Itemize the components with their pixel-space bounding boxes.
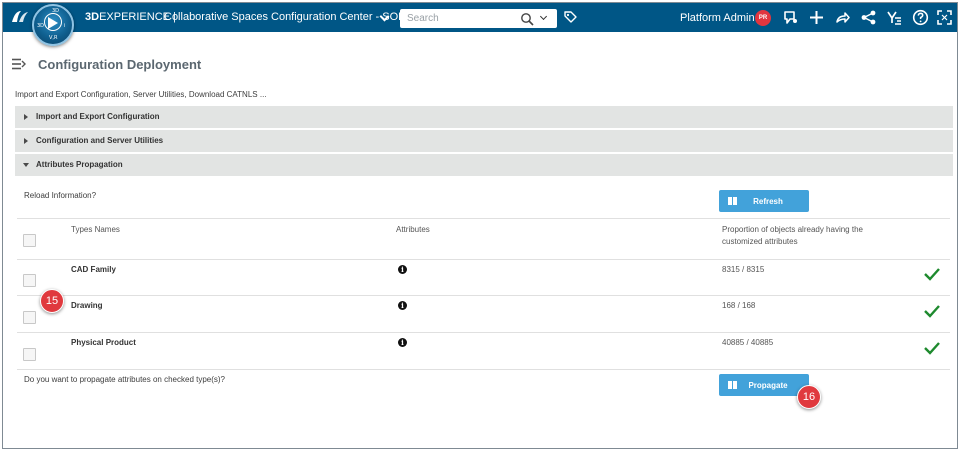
select-all-checkbox[interactable] <box>23 234 36 247</box>
compass-label-left: 3D <box>37 23 45 29</box>
info-icon[interactable]: i <box>398 301 407 310</box>
apps-compass-icon[interactable] <box>886 9 903 26</box>
compass-label-right: i <box>64 23 66 29</box>
compass-label-top: 3D <box>52 8 60 14</box>
accordion-import-export[interactable]: Import and Export Configuration <box>15 106 953 128</box>
avatar[interactable]: PR <box>755 10 771 26</box>
search-options-chevron-icon[interactable] <box>539 12 548 21</box>
brand-name: 3DEXPERIENCE | <box>85 11 176 23</box>
divider <box>17 259 950 260</box>
row-checkbox-drawing[interactable] <box>23 311 36 324</box>
info-icon[interactable]: i <box>398 338 407 347</box>
column-header-types: Types Names <box>71 225 120 234</box>
page-title: Configuration Deployment <box>38 57 202 72</box>
callout-badge: 16 <box>797 385 821 409</box>
search-bar <box>400 9 557 28</box>
compass-icon[interactable]: 3D 3D i V,R <box>32 4 74 46</box>
share-icon[interactable] <box>834 9 851 26</box>
accordion-label: Configuration and Server Utilities <box>36 136 164 145</box>
refresh-icon <box>728 197 737 205</box>
user-name[interactable]: Platform Admin <box>680 12 755 24</box>
checkmark-icon <box>924 268 940 281</box>
row-checkbox-cad-family[interactable] <box>23 274 36 287</box>
reload-question: Reload Information? <box>24 191 97 200</box>
menu-collapse-icon[interactable] <box>12 58 26 70</box>
info-icon[interactable]: i <box>398 265 407 274</box>
propagate-icon <box>728 381 737 389</box>
checkmark-icon <box>924 305 940 318</box>
add-icon[interactable] <box>808 9 825 26</box>
tag-icon[interactable] <box>563 10 578 25</box>
row-name-physical-product: Physical Product <box>71 338 136 347</box>
callout-badge: 15 <box>40 289 64 313</box>
accordion-label: Attributes Propagation <box>36 160 123 169</box>
row-name-cad-family: CAD Family <box>71 265 116 274</box>
accordion-server-utilities[interactable]: Configuration and Server Utilities <box>15 130 953 152</box>
divider <box>17 218 950 219</box>
search-icon[interactable] <box>520 12 534 26</box>
dassault-logo-icon[interactable] <box>9 8 31 26</box>
accordion-attributes-propagation[interactable]: Attributes Propagation <box>15 154 953 176</box>
refresh-button[interactable]: Refresh <box>719 190 809 212</box>
divider <box>17 295 950 296</box>
help-icon[interactable] <box>912 9 929 26</box>
row-name-drawing: Drawing <box>71 301 103 310</box>
propagate-button[interactable]: Propagate <box>719 374 809 396</box>
social-share-icon[interactable] <box>860 9 877 26</box>
search-input[interactable] <box>400 9 515 28</box>
column-header-proportion: Proportion of objects already having the <box>722 225 863 234</box>
divider <box>17 332 950 333</box>
app-title: Collaborative Spaces Configuration Cente… <box>164 11 414 23</box>
column-header-attributes: Attributes <box>396 225 430 234</box>
refresh-label: Refresh <box>753 197 783 206</box>
page-subtitle: Import and Export Configuration, Server … <box>15 90 267 99</box>
app-window: 3DEXPERIENCE | Collaborative Spaces Conf… <box>2 2 958 449</box>
row-proportion-physical-product: 40885 / 40885 <box>722 338 774 347</box>
play-icon <box>48 17 58 29</box>
accordion-label: Import and Export Configuration <box>36 112 160 121</box>
expand-arrow-icon <box>24 114 28 120</box>
fullscreen-icon[interactable] <box>936 9 953 26</box>
checkmark-icon <box>924 342 940 355</box>
propagate-label: Propagate <box>748 381 788 390</box>
expand-arrow-icon <box>24 138 28 144</box>
divider <box>17 369 950 370</box>
column-header-proportion-2: customized attributes <box>722 237 798 246</box>
row-checkbox-physical-product[interactable] <box>23 348 36 361</box>
row-proportion-drawing: 168 / 168 <box>722 301 756 310</box>
propagate-question: Do you want to propagate attributes on c… <box>24 375 226 384</box>
row-proportion-cad-family: 8315 / 8315 <box>722 265 765 274</box>
top-bar: 3DEXPERIENCE | Collaborative Spaces Conf… <box>3 3 957 32</box>
compass-label-bottom: V,R <box>49 35 58 41</box>
collapse-arrow-icon <box>23 163 29 167</box>
feedback-icon[interactable] <box>782 9 799 26</box>
